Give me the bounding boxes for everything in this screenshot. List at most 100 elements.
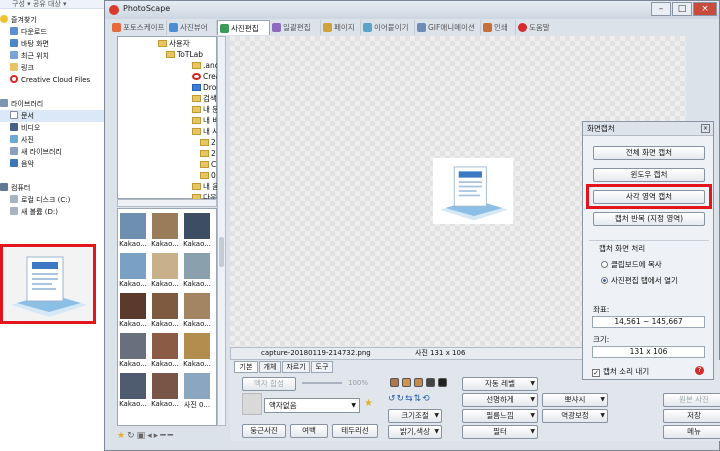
resize-button[interactable]: 크기조절 ▼ — [388, 409, 442, 423]
tab-page[interactable]: 페이지 — [321, 20, 361, 35]
tab-batch[interactable]: 일괄편집 — [270, 20, 321, 35]
capture-sound-checkbox[interactable]: ✓ 캡처 소리 내기 — [592, 366, 649, 377]
maximize-button[interactable]: □ — [672, 2, 692, 16]
tab-help[interactable]: 도움말 — [516, 20, 556, 35]
favorites-header[interactable]: 즐겨찾기 — [0, 14, 108, 26]
photo-thumbnail[interactable] — [152, 213, 178, 239]
photo-thumbnail[interactable] — [184, 373, 210, 399]
minimize-button[interactable]: – — [651, 2, 671, 16]
sidebar-item-downloads[interactable]: 다운로드 — [0, 26, 108, 38]
subtab-tools[interactable]: 도구 — [311, 361, 333, 373]
original-photo-button[interactable]: 원본 사진 — [663, 393, 720, 407]
margin-button[interactable]: 여백 — [290, 424, 328, 438]
tab-print[interactable]: 인쇄 — [481, 20, 516, 35]
border-line-button[interactable]: 테두리선 — [332, 424, 378, 438]
tab-photoscape[interactable]: 포토스케이프 — [110, 20, 167, 35]
frame-slider[interactable] — [302, 382, 342, 384]
color-swatch-brown[interactable] — [390, 378, 399, 387]
rotate-flip-icons[interactable]: ↺↻⇆⇅⟲ — [388, 394, 431, 404]
sidebar-item-pictures[interactable]: 사진 — [0, 134, 108, 146]
auto-level-button[interactable]: 자동 레벨 ▼ — [462, 377, 538, 391]
option-clipboard[interactable]: 클립보드에 복사 — [601, 259, 662, 270]
sidebar-item-desktop[interactable]: 바탕 화면 — [0, 38, 108, 50]
tree-item[interactable]: 0 — [200, 170, 216, 181]
star-icon[interactable]: ★ — [117, 431, 127, 441]
subtab-home[interactable]: 기본 — [234, 361, 258, 373]
tab-viewer[interactable]: 사진뷰어 — [167, 20, 217, 35]
scrollbar-thumb[interactable] — [219, 237, 224, 267]
title-bar[interactable]: PhotoScape – □ × — [105, 1, 719, 19]
full-screen-capture-button[interactable]: 전체 화면 캡처 — [593, 146, 705, 160]
option-open-editor[interactable]: 사진편집 탭에서 열기 — [601, 275, 678, 286]
subtab-object[interactable]: 개체 — [259, 361, 281, 373]
tab-combine[interactable]: 이어붙이기 — [361, 20, 415, 35]
photo-thumbnail[interactable] — [152, 253, 178, 279]
tree-item[interactable]: 내 음 — [192, 181, 219, 192]
round-photo-button[interactable]: 둥근사진 — [242, 424, 286, 438]
panel-vertical-scrollbar[interactable] — [217, 36, 226, 426]
sidebar-item-links[interactable]: 링크 — [0, 62, 108, 74]
photo-thumbnail[interactable] — [152, 293, 178, 319]
photo-thumbnail[interactable] — [120, 333, 146, 359]
tree-item[interactable]: 내 사 — [192, 126, 219, 137]
folder-tree[interactable]: 사용자 ToTLab .andr Creat Drop 검색 내 문 내 비 내… — [117, 36, 223, 202]
save-button[interactable]: 저장 — [663, 409, 720, 423]
photo-thumbnail[interactable] — [120, 293, 146, 319]
photo-thumbnail[interactable] — [120, 213, 146, 239]
help-icon[interactable]: ? — [695, 366, 704, 375]
tree-item[interactable]: 2 — [200, 148, 216, 159]
subtab-crop[interactable]: 자르기 — [282, 361, 310, 373]
sidebar-item-videos[interactable]: 비디오 — [0, 122, 108, 134]
tree-item[interactable]: 사용자 — [158, 38, 190, 49]
star-icon[interactable]: ★ — [364, 398, 373, 409]
photo-thumbnail[interactable] — [184, 293, 210, 319]
explorer-toolbar[interactable]: 구성 ▾ 공유 대상 ▾ — [0, 0, 108, 9]
bloom-button[interactable]: 뽀샤시 ▼ — [542, 393, 608, 407]
tree-item[interactable]: 검색 — [192, 93, 217, 104]
color-swatch-dark[interactable] — [426, 378, 435, 387]
tree-item[interactable]: 2 — [200, 137, 216, 148]
tab-editor[interactable]: 사진편집 — [217, 20, 270, 35]
frame-select[interactable]: 액자없음 ▼ — [264, 398, 360, 413]
sidebar-item-documents[interactable]: 문서 — [0, 110, 108, 122]
computer-header[interactable]: 컴퓨터 — [0, 182, 108, 194]
sharpen-button[interactable]: 선명하게 ▼ — [462, 393, 538, 407]
photo-thumbnail[interactable] — [184, 213, 210, 239]
tree-item[interactable]: C — [200, 159, 216, 170]
captured-image-thumbnail[interactable] — [0, 244, 96, 324]
sidebar-item-recent[interactable]: 최근 위치 — [0, 50, 108, 62]
tree-item[interactable]: 내 비 — [192, 115, 219, 126]
window-capture-button[interactable]: 윈도우 캡처 — [593, 168, 705, 182]
menu-button[interactable]: 메뉴 — [663, 425, 720, 439]
sidebar-item-music[interactable]: 음악 — [0, 158, 108, 170]
frame-compose-button[interactable]: 액자 합성 — [242, 377, 296, 391]
backlight-button[interactable]: 역광보정 ▼ — [542, 409, 608, 423]
color-swatch-tan[interactable] — [414, 378, 423, 387]
size-slider[interactable]: ━━ — [160, 431, 175, 441]
color-swatch-black[interactable] — [438, 378, 447, 387]
rotate-icon[interactable]: ↻ — [127, 431, 137, 441]
libraries-header[interactable]: 라이브러리 — [0, 98, 108, 110]
tree-item[interactable]: 내 문 — [192, 104, 219, 115]
tab-gif[interactable]: GIF애니메이션 — [415, 20, 481, 35]
photo-thumbnail[interactable] — [120, 253, 146, 279]
close-icon[interactable]: × — [701, 124, 710, 133]
photo-thumbnail[interactable] — [120, 373, 146, 399]
sidebar-item-drive-d[interactable]: 새 볼륨 (D:) — [0, 206, 108, 218]
photo-thumbnail[interactable] — [152, 333, 178, 359]
brightness-color-button[interactable]: 밝기,색상 ▼ — [388, 425, 442, 439]
tree-item[interactable]: ToTLab — [166, 49, 203, 60]
photo-thumbnail[interactable] — [184, 253, 210, 279]
capture-panel-header[interactable]: 화면캡처 × — [583, 122, 713, 136]
sidebar-item-creative-cloud[interactable]: Creative Cloud Files — [0, 74, 108, 86]
sidebar-item-drive-c[interactable]: 로컬 디스크 (C:) — [0, 194, 108, 206]
tree-horizontal-scrollbar[interactable] — [117, 199, 217, 207]
close-button[interactable]: × — [693, 2, 717, 16]
folder-icon[interactable]: ▣ — [137, 431, 148, 441]
sidebar-item-new-library[interactable]: 새 라이브러리 — [0, 146, 108, 158]
film-effect-button[interactable]: 필름느낌 ▼ — [462, 409, 538, 423]
photo-thumbnail[interactable] — [152, 373, 178, 399]
filter-button[interactable]: 필터 ▼ — [462, 425, 538, 439]
color-swatch-orange[interactable] — [402, 378, 411, 387]
repeat-capture-button[interactable]: 캡처 반복 (지정 영역) — [593, 212, 705, 226]
